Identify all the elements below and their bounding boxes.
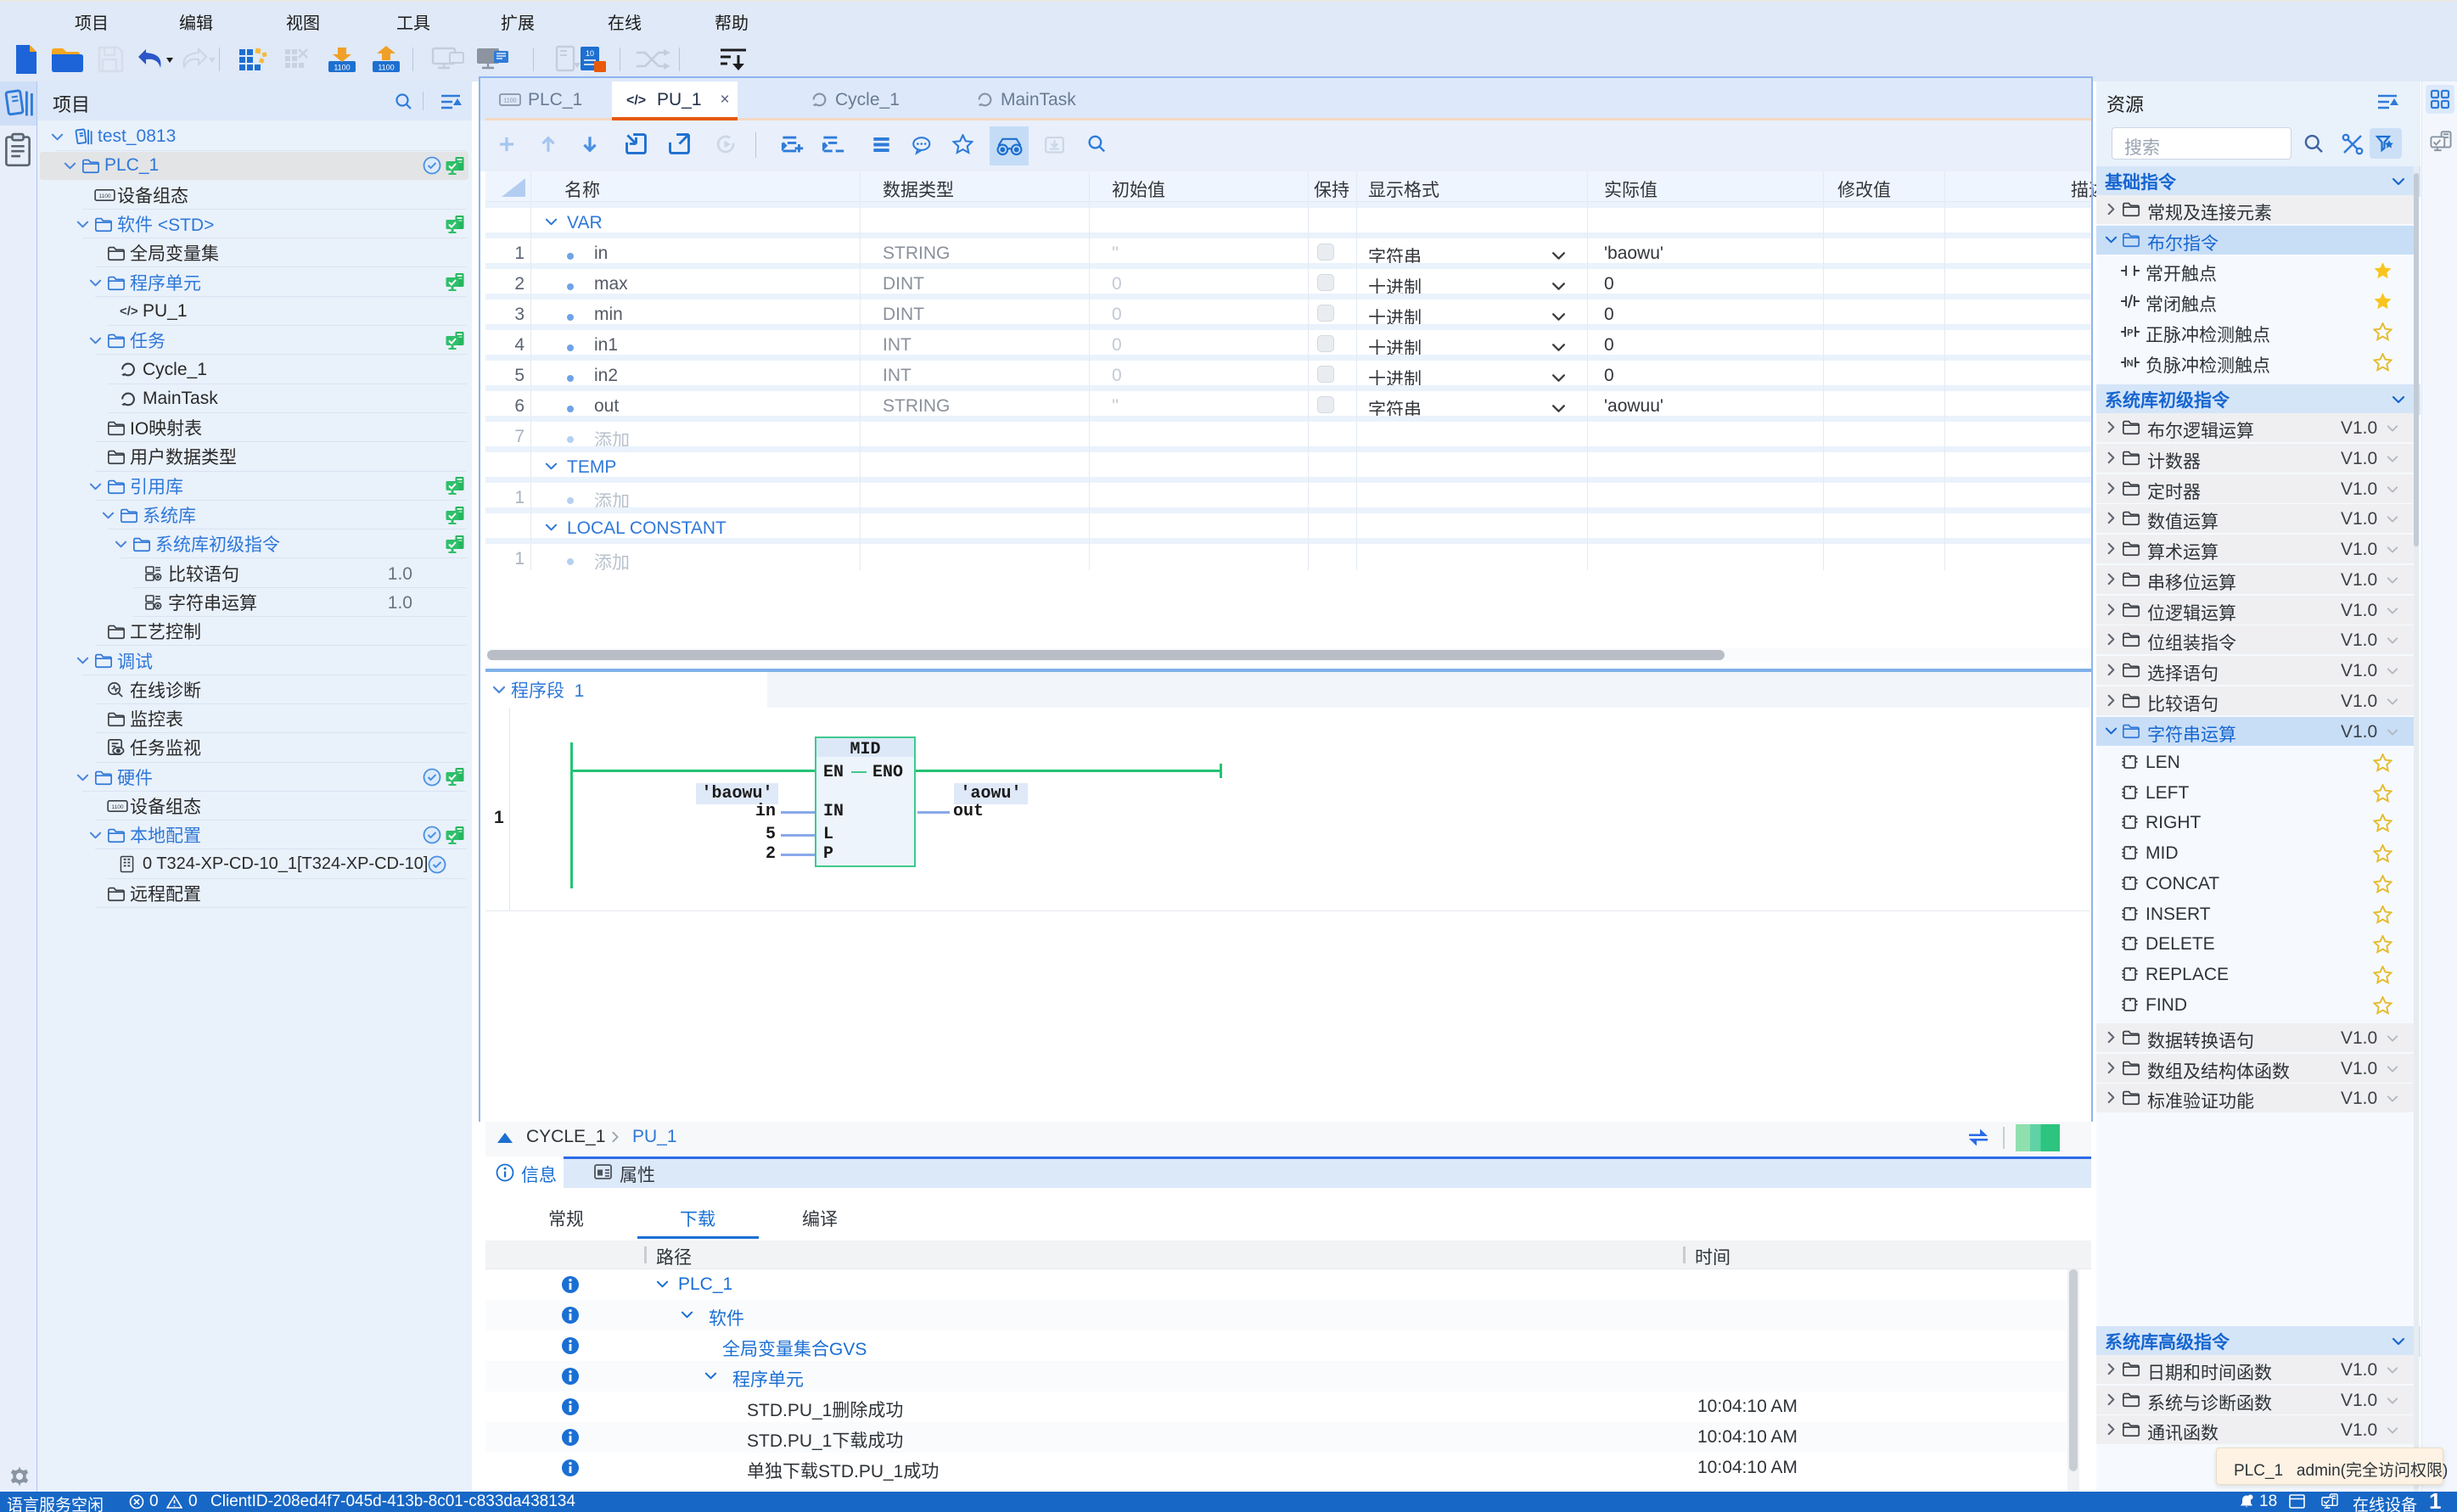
- svg-text:1100: 1100: [378, 64, 394, 72]
- svg-text:1100: 1100: [334, 64, 350, 72]
- svg-text:10: 10: [586, 49, 594, 58]
